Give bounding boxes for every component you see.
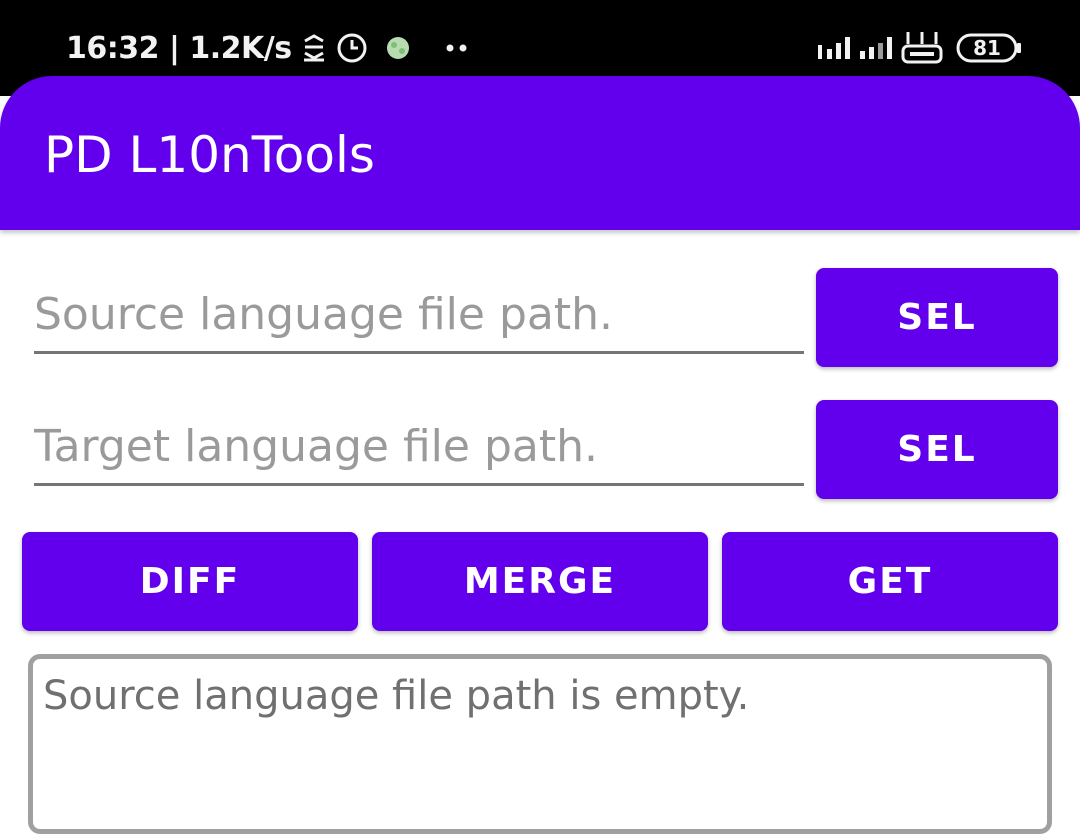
output-box[interactable]: Source language file path is empty.	[28, 654, 1052, 834]
notification-app-icon	[384, 34, 412, 62]
signal-icon	[860, 33, 892, 63]
battery-icon: 81	[956, 33, 1022, 63]
source-path-input[interactable]	[34, 284, 804, 354]
select-source-button[interactable]: SEL	[816, 268, 1058, 367]
merge-button[interactable]: MERGE	[372, 532, 708, 631]
select-target-button[interactable]: SEL	[816, 400, 1058, 499]
target-path-input[interactable]	[34, 416, 804, 486]
data-saver-icon	[300, 33, 328, 63]
battery-level: 81	[973, 36, 1001, 60]
diff-button[interactable]: DIFF	[22, 532, 358, 631]
router-icon	[900, 30, 944, 66]
app-bar: PD L10nTools	[0, 76, 1080, 230]
signal-icon	[818, 33, 852, 63]
status-time-speed: 16:32 | 1.2K/s	[66, 30, 292, 66]
status-bar-left: 16:32 | 1.2K/s	[66, 28, 468, 68]
more-dots-icon	[446, 43, 468, 53]
output-message: Source language file path is empty.	[43, 673, 750, 719]
get-button[interactable]: GET	[722, 532, 1058, 631]
alarm-clock-icon	[336, 32, 368, 64]
app-title: PD L10nTools	[44, 126, 375, 184]
status-bar-right: 81	[810, 28, 1022, 68]
